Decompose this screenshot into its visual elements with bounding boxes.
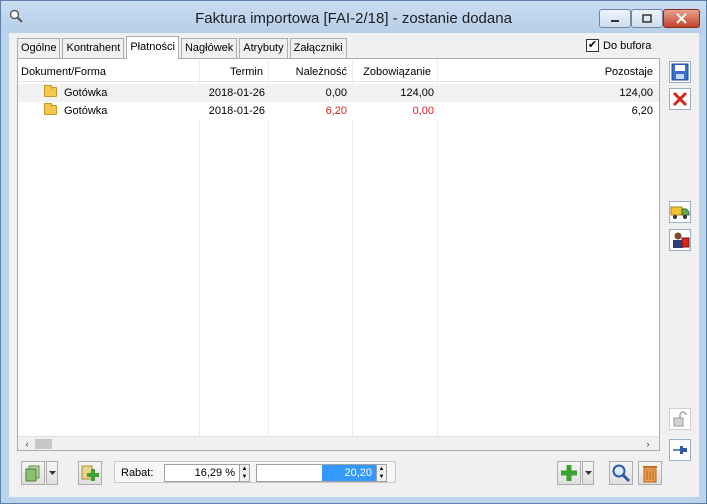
do-bufora-check[interactable]: ✔ <box>586 39 599 52</box>
payments-panel: Dokument/Forma Termin Należność Zobowiąz… <box>17 58 660 451</box>
truck-icon <box>670 206 690 219</box>
cell-forma: Gotówka <box>64 105 108 117</box>
maximize-icon <box>642 14 652 23</box>
table-row[interactable]: Gotówka 2018-01-26 6,20 0,00 6,20 <box>18 102 659 120</box>
cancel-button[interactable] <box>669 88 691 110</box>
add-icon <box>561 465 577 481</box>
table-row[interactable]: Gotówka 2018-01-26 0,00 124,00 124,00 <box>18 84 659 102</box>
lock-icon <box>673 411 687 427</box>
cell-termin: 2018-01-26 <box>208 105 265 117</box>
tab-naglowek[interactable]: Nagłówek <box>180 38 238 58</box>
rabat-amount-value[interactable]: 20,20 <box>322 465 376 481</box>
tab-strip: Ogólne Kontrahent Płatności Nagłówek Atr… <box>17 36 349 59</box>
contractor-button[interactable] <box>669 229 691 251</box>
maximize-button[interactable] <box>631 9 663 28</box>
scroll-right-icon[interactable]: › <box>641 437 655 451</box>
tab-platnosci[interactable]: Płatności <box>126 36 179 59</box>
scroll-left-icon[interactable]: ‹ <box>20 437 34 451</box>
rabat-group: Rabat: 16,29 % ▲ ▼ 20,20 ▲ ▼ <box>114 461 396 483</box>
header-zobowiazanie[interactable]: Zobowiązanie <box>352 66 431 78</box>
rabat-percent-input[interactable]: 16,29 % <box>164 464 240 482</box>
cell-termin: 2018-01-26 <box>208 87 265 99</box>
chevron-down-icon <box>584 470 592 475</box>
tab-atrybuty[interactable]: Atrybuty <box>239 38 288 58</box>
application-window: Faktura importowa [FAI-2/18] - zostanie … <box>0 0 707 504</box>
header-termin[interactable]: Termin <box>199 66 263 78</box>
do-bufora-checkbox[interactable]: ✔ Do bufora <box>586 39 651 52</box>
lock-button[interactable] <box>669 408 691 430</box>
trash-icon <box>643 466 657 483</box>
close-icon <box>676 13 687 24</box>
horizontal-scrollbar[interactable]: ‹ › <box>18 436 659 450</box>
pin-button[interactable] <box>669 439 691 461</box>
rabat-label: Rabat: <box>121 467 154 479</box>
grid-header: Dokument/Forma Termin Należność Zobowiąz… <box>18 62 659 82</box>
rabat-amount-input[interactable]: 20,20 <box>256 464 377 482</box>
contractor-icon <box>673 232 690 248</box>
minimize-icon <box>611 19 619 22</box>
search-button[interactable] <box>609 461 633 485</box>
do-bufora-label: Do bufora <box>603 39 652 52</box>
folder-icon <box>44 85 57 97</box>
bottom-toolbar: Rabat: 16,29 % ▲ ▼ 20,20 ▲ ▼ <box>17 458 662 488</box>
save-icon <box>671 63 689 81</box>
add-payment-dropdown[interactable] <box>582 461 594 485</box>
document-action-dropdown[interactable] <box>46 461 58 485</box>
header-dokument-forma[interactable]: Dokument/Forma <box>21 66 106 78</box>
cell-naleznosc: 0,00 <box>325 87 347 99</box>
add-payment-button[interactable] <box>557 461 581 485</box>
header-naleznosc[interactable]: Należność <box>268 66 347 78</box>
tab-zalaczniki[interactable]: Załączniki <box>289 38 347 58</box>
cell-zobowiazanie: 124,00 <box>400 87 434 99</box>
tab-kontrahent[interactable]: Kontrahent <box>62 38 125 58</box>
window-client-area: Ogólne Kontrahent Płatności Nagłówek Atr… <box>9 33 699 497</box>
folder-icon <box>44 103 57 115</box>
header-pozostaje[interactable]: Pozostaje <box>437 66 653 78</box>
save-button[interactable] <box>669 61 691 83</box>
add-document-button[interactable] <box>78 461 102 485</box>
add-icon <box>81 465 99 481</box>
rabat-amount-spinner[interactable]: ▲ ▼ <box>376 464 387 482</box>
cell-naleznosc: 6,20 <box>325 105 347 117</box>
cell-zobowiazanie: 0,00 <box>412 105 434 117</box>
pin-icon <box>673 446 687 454</box>
cell-pozostaje: 124,00 <box>619 87 653 99</box>
rabat-percent-spinner[interactable]: ▲ ▼ <box>239 464 250 482</box>
minimize-button[interactable] <box>599 9 631 28</box>
cell-forma: Gotówka <box>64 87 108 99</box>
chevron-down-icon <box>48 470 56 475</box>
scroll-thumb[interactable] <box>35 439 52 449</box>
cell-pozostaje: 6,20 <box>631 105 653 117</box>
delete-button[interactable] <box>638 461 662 485</box>
title-bar[interactable]: Faktura importowa [FAI-2/18] - zostanie … <box>1 1 706 33</box>
delivery-button[interactable] <box>669 201 691 223</box>
close-button[interactable] <box>663 9 700 28</box>
document-stack-icon <box>25 465 40 482</box>
cancel-icon <box>672 91 688 107</box>
document-action-button[interactable] <box>21 461 45 485</box>
search-icon <box>612 464 631 483</box>
tab-ogolne[interactable]: Ogólne <box>17 38 61 58</box>
